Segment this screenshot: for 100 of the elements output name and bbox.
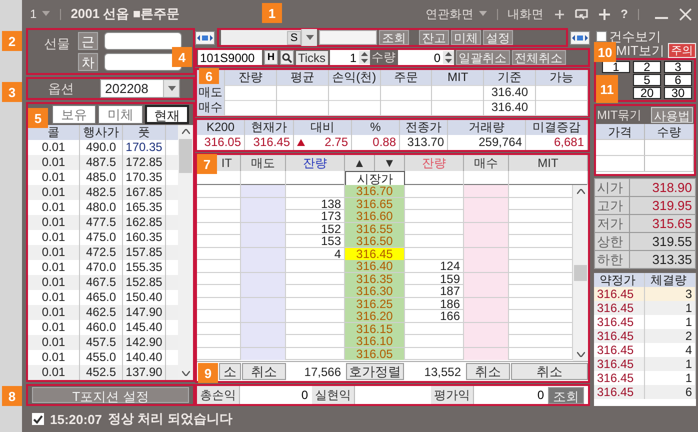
close-icon[interactable] [679,8,692,20]
scrollbar[interactable] [573,185,588,361]
quantity-button[interactable]: 20 [633,87,661,99]
month-button[interactable]: 차 [78,53,98,71]
arrows-icon[interactable] [570,30,590,44]
price-cell[interactable]: 316.50 [345,235,405,247]
checkbox[interactable] [32,413,44,425]
sell-order-cell[interactable] [241,235,286,247]
cancel-button[interactable]: 취소 [242,363,286,380]
number-stepper[interactable]: 0 [398,50,454,65]
cancel-button[interactable]: 일괄취소 [456,50,510,65]
sell-order-cell[interactable] [241,248,286,260]
arrows-icon[interactable] [195,30,215,44]
buy-order-cell[interactable] [464,298,509,310]
quantity-button[interactable]: 2 [633,61,661,73]
price-cell[interactable]: 316.20 [345,310,405,322]
buy-order-cell[interactable] [464,285,509,297]
scroll-thumb[interactable] [179,139,192,173]
month-dropdown[interactable]: 202208 [100,79,180,98]
price-cell[interactable]: 316.70 [345,185,405,197]
price-cell[interactable]: 316.45 [345,248,405,260]
buy-order-cell[interactable] [464,260,509,272]
price-cell[interactable]: 316.40 [345,260,405,272]
price-cell[interactable]: 316.10 [345,335,405,347]
buy-order-cell[interactable] [464,222,509,234]
toolbar-button[interactable]: 잔고 [419,30,449,45]
price-cell[interactable]: 316.55 [345,222,405,234]
buy-order-cell[interactable] [464,348,509,360]
search-button[interactable] [280,50,294,65]
price-cell[interactable]: 316.15 [345,322,405,334]
toolbar-button[interactable]: 미체 [451,30,481,45]
h-button[interactable]: H [264,50,278,65]
code-field[interactable]: 101S9000 [198,50,262,65]
scroll-down-icon[interactable] [182,371,190,376]
buy-order-cell[interactable] [464,185,509,197]
cancel-button[interactable]: 소 [219,363,241,380]
sell-order-cell[interactable] [241,185,286,197]
cancel-button[interactable]: 취소 [466,363,510,380]
month-button[interactable]: 근 [78,32,98,50]
sort-button[interactable]: 호가정렬 [346,363,404,380]
query-button[interactable]: 조회 [548,386,584,404]
menu-link[interactable]: 내화면 [508,6,544,22]
quantity-button[interactable]: 1 [602,61,630,73]
scroll-thumb[interactable] [574,265,587,281]
tab[interactable]: 현재 [144,105,190,124]
column-header: 잔량 [286,155,345,171]
price-cell[interactable]: 316.60 [345,210,405,222]
sell-order-cell[interactable] [241,198,286,210]
sell-order-cell[interactable] [241,322,286,334]
plus-icon[interactable] [554,10,564,18]
symbol-combo[interactable]: S [221,30,317,45]
tab[interactable]: 보유 [52,105,96,124]
sell-order-cell[interactable] [241,260,286,272]
buy-order-cell[interactable] [464,198,509,210]
buy-order-cell[interactable] [464,248,509,260]
sell-order-cell[interactable] [241,335,286,347]
price-cell[interactable]: 316.30 [345,285,405,297]
quantity-button[interactable]: 5 [633,74,661,86]
scroll-down-icon[interactable] [576,352,584,357]
price-cell[interactable]: 316.25 [345,298,405,310]
scroll-up-icon[interactable] [182,129,190,134]
cancel-button[interactable]: 전체취소 [512,50,566,65]
window-icon[interactable] [574,8,588,20]
quantity-button[interactable]: 30 [664,87,692,99]
sell-order-cell[interactable] [241,298,286,310]
sell-order-cell[interactable] [241,210,286,222]
price-cell[interactable]: 316.65 [345,198,405,210]
sell-order-cell[interactable] [241,285,286,297]
sell-order-cell[interactable] [241,272,286,284]
usage-button[interactable]: 사용법 [651,107,693,123]
scroll-up-icon[interactable] [576,189,584,194]
toolbar-button[interactable]: 조회 [379,30,409,45]
buy-order-cell[interactable] [464,310,509,322]
sell-order-cell[interactable] [241,310,286,322]
buy-order-cell[interactable] [464,210,509,222]
cancel-button[interactable]: 취소 [511,363,588,380]
position-button[interactable]: T포지션 설정 [32,387,189,403]
scrollbar[interactable] [178,125,193,380]
buy-order-cell[interactable] [464,272,509,284]
buy-order-cell[interactable] [464,235,509,247]
menu-link[interactable]: 연관화면 [426,6,474,22]
price-cell[interactable]: 316.05 [345,348,405,360]
quantity-button[interactable]: 3 [664,61,692,73]
code-field[interactable] [104,32,182,50]
help-button[interactable]: ? [620,7,628,21]
tab[interactable]: 미체 [98,105,143,124]
plus-icon[interactable] [598,8,610,20]
buy-order-cell[interactable] [464,322,509,334]
buy-order-cell[interactable] [464,335,509,347]
sell-order-cell[interactable] [241,348,286,360]
text-field[interactable] [319,30,377,45]
table-cell: 0.01 [28,275,80,290]
screen-number[interactable]: 1 [30,7,37,21]
caution-button[interactable]: 주의 [668,43,696,58]
quantity-button[interactable]: 6 [664,74,692,86]
price-cell[interactable]: 316.35 [345,272,405,284]
toolbar-button[interactable]: 설정 [483,30,513,45]
checkbox[interactable] [596,31,607,42]
number-stepper[interactable]: 1 [330,50,370,65]
sell-order-cell[interactable] [241,222,286,234]
